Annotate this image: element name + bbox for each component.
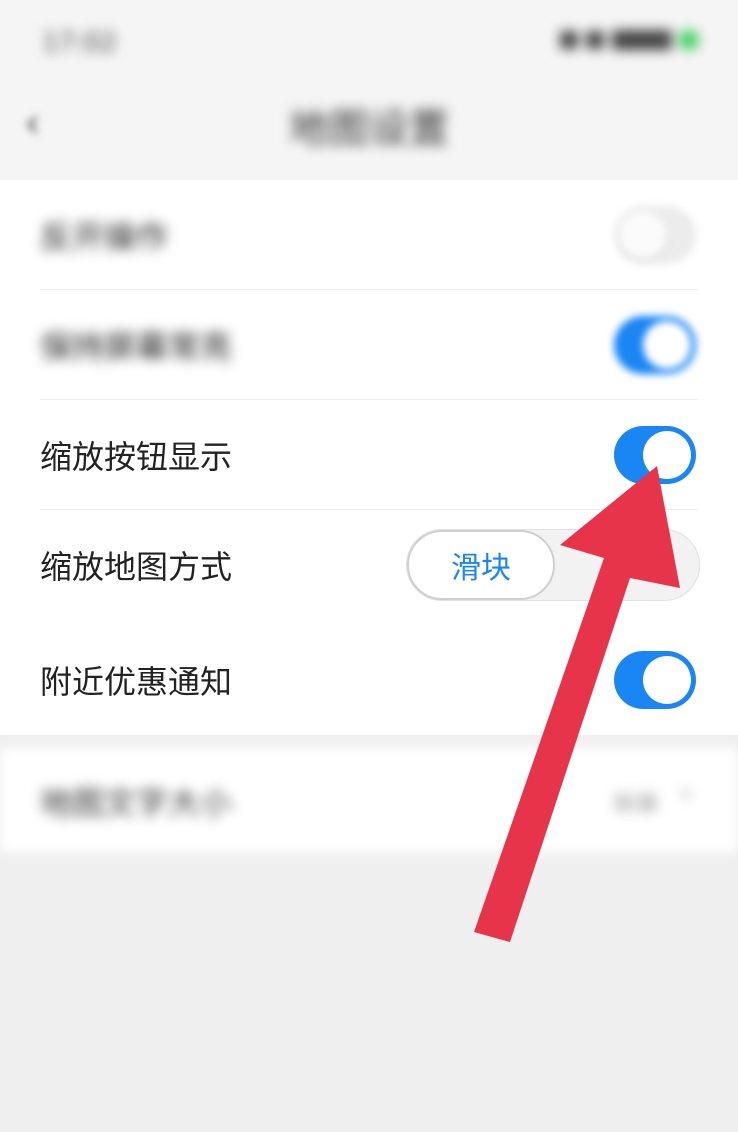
signal-icon	[560, 31, 578, 49]
setting-label: 保持屏幕常亮	[40, 328, 233, 366]
status-bar: 17:02	[0, 0, 738, 90]
reverse-toggle[interactable]	[614, 206, 696, 264]
setting-value: 标准	[613, 792, 658, 817]
segment-option-selected[interactable]: 滑块	[407, 530, 555, 600]
setting-label: 缩放按钮显示	[40, 438, 233, 476]
toggle-knob	[643, 321, 691, 369]
toggle-knob	[643, 431, 691, 479]
setting-row-reverse: 反开操作	[0, 180, 738, 290]
nearby-deals-toggle[interactable]	[614, 651, 696, 709]
cellular-bars-icon	[612, 30, 672, 50]
setting-row-zoom-button: 缩放按钮显示	[0, 400, 738, 510]
screen-on-toggle[interactable]	[614, 316, 696, 374]
setting-row-zoom-method: 缩放地图方式 滑块	[0, 510, 738, 620]
setting-label: 缩放地图方式	[40, 548, 233, 586]
wifi-icon	[586, 31, 604, 49]
setting-row-screen-on: 保持屏幕常亮	[0, 290, 738, 400]
setting-label: 地图文字大小	[40, 784, 233, 822]
zoom-button-toggle[interactable]	[614, 426, 696, 484]
setting-row-nearby-deals: 附近优惠通知	[0, 625, 738, 735]
setting-label: 反开操作	[40, 218, 169, 256]
page-title: 地图设置	[289, 106, 449, 152]
settings-list: 反开操作 保持屏幕常亮 缩放按钮显示 缩放地图方式 滑块 附近优惠通知	[0, 180, 738, 735]
toggle-knob	[643, 656, 691, 704]
chevron-right-icon: ›	[680, 776, 692, 811]
battery-icon	[680, 31, 698, 49]
setting-label: 附近优惠通知	[40, 663, 233, 701]
top-area: 17:02 ‹ 地图设置	[0, 0, 738, 180]
status-icons	[560, 30, 698, 50]
toggle-knob	[619, 211, 667, 259]
zoom-method-segment[interactable]: 滑块	[406, 529, 700, 601]
settings-screen: 17:02 ‹ 地图设置 反开操作 保持屏幕常亮 缩放按钮显示 缩放地图方式 滑…	[0, 0, 738, 1132]
setting-row-map-text-size[interactable]: 地图文字大小 标准 ›	[0, 748, 738, 852]
status-time: 17:02	[42, 28, 117, 58]
